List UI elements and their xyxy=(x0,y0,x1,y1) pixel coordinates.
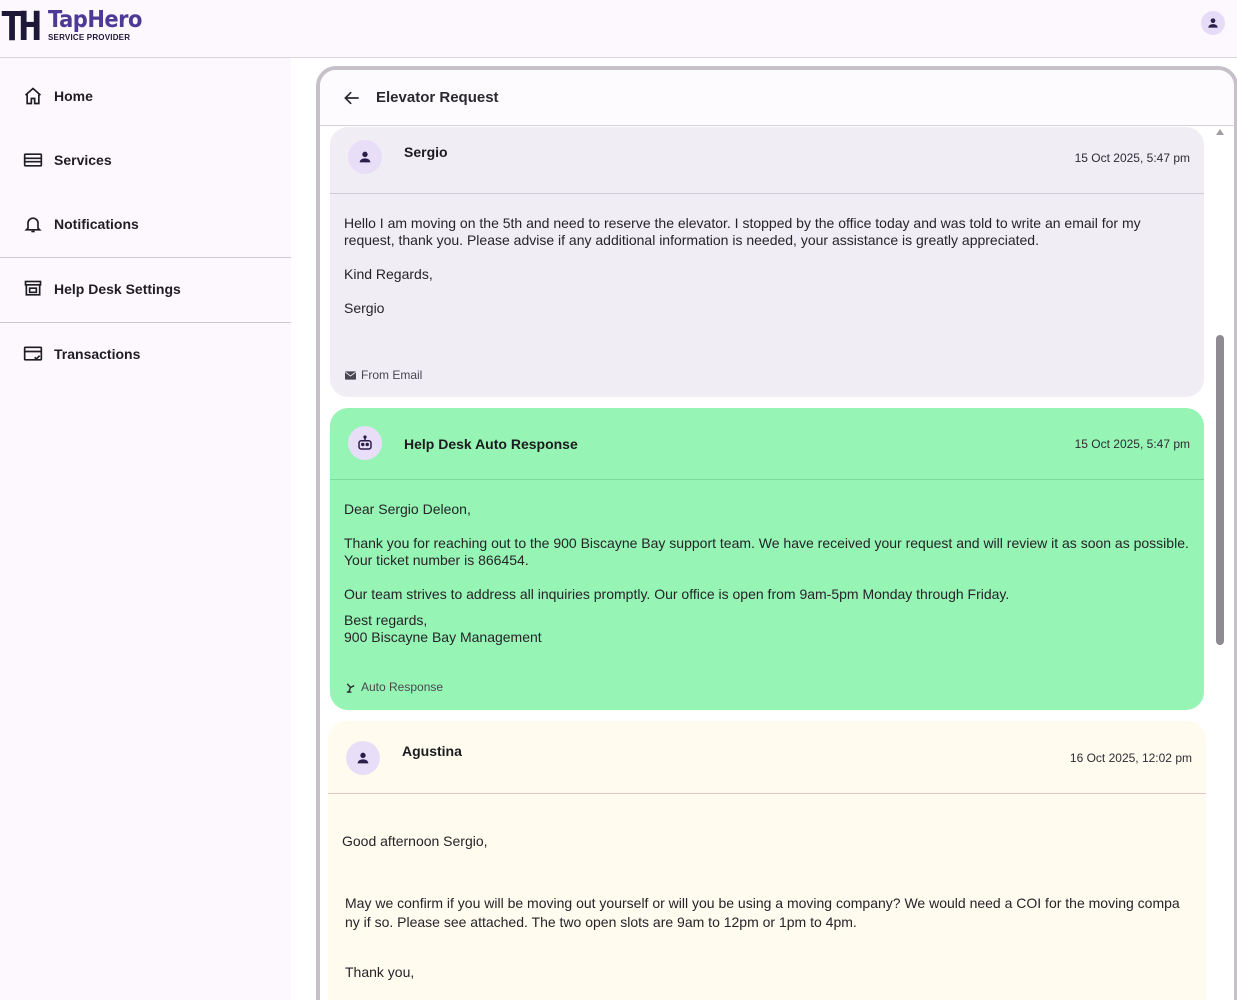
message-paragraph: Dear Sergio Deleon, xyxy=(344,501,471,517)
sidebar-item-services[interactable]: Services xyxy=(0,140,291,180)
sidebar-item-label: Help Desk Settings xyxy=(54,281,181,297)
message-paragraph: Thank you, xyxy=(345,964,415,980)
message-header: Agustina 16 Oct 2025, 12:02 pm xyxy=(328,721,1206,794)
sidebar-item-help-desk-settings[interactable]: Help Desk Settings xyxy=(0,269,291,309)
message-card: Agustina 16 Oct 2025, 12:02 pm Good afte… xyxy=(328,721,1206,1000)
scrollbar-thumb[interactable] xyxy=(1216,335,1224,645)
account-button[interactable] xyxy=(1201,11,1225,35)
message-paragraph: Good afternoon Sergio, xyxy=(342,833,488,849)
sidebar-item-label: Home xyxy=(54,88,93,104)
person-icon xyxy=(357,752,369,764)
logo-mark: TH xyxy=(0,4,42,50)
sidebar-item-label: Transactions xyxy=(54,346,141,362)
robot-icon xyxy=(358,435,372,450)
arrow-back-icon xyxy=(344,91,359,105)
sidebar-item-transactions[interactable]: Transactions xyxy=(0,334,291,374)
top-app-bar: TH TapHero SERVICE PROVIDER xyxy=(0,0,1237,58)
sidebar-divider xyxy=(0,322,291,323)
avatar xyxy=(348,426,382,460)
sidebar-item-label: Services xyxy=(54,152,112,168)
source-label: Auto Response xyxy=(361,680,444,694)
ticket-panel: Elevator Request Sergio 15 Oct 2025, 5:4… xyxy=(316,66,1237,1000)
message-source: Auto Response xyxy=(344,680,443,694)
services-icon xyxy=(22,149,44,171)
message-paragraph: Kind Regards, xyxy=(344,266,433,282)
message-paragraph: Our team strives to address all inquirie… xyxy=(344,586,1010,602)
email-icon xyxy=(344,369,356,381)
home-icon xyxy=(22,85,44,107)
message-card: Help Desk Auto Response 15 Oct 2025, 5:4… xyxy=(330,408,1204,710)
message-thread: Sergio 15 Oct 2025, 5:47 pm Hello I am m… xyxy=(320,127,1234,1000)
source-label: From Email xyxy=(361,368,423,382)
sidebar-item-notifications[interactable]: Notifications xyxy=(0,204,291,244)
logo-subtitle: SERVICE PROVIDER xyxy=(48,33,131,42)
message-paragraph: Hello I am moving on the 5th and need to… xyxy=(344,215,1141,248)
ticket-title: Elevator Request xyxy=(376,89,499,106)
sender-name: Sergio xyxy=(404,144,448,160)
sidebar-divider xyxy=(0,257,291,258)
avatar xyxy=(346,741,380,775)
person-icon xyxy=(359,151,371,163)
sidebar-item-label: Notifications xyxy=(54,216,139,232)
person-icon xyxy=(1208,18,1218,28)
sender-name: Help Desk Auto Response xyxy=(404,436,578,452)
message-header: Help Desk Auto Response 15 Oct 2025, 5:4… xyxy=(330,408,1204,480)
message-paragraph: Thank you for reaching out to the 900 Bi… xyxy=(344,535,1189,568)
logo-name: TapHero xyxy=(48,6,142,33)
robot-arm-icon xyxy=(344,681,356,693)
message-paragraph: Sergio xyxy=(344,300,385,316)
sidebar-item-home[interactable]: Home xyxy=(0,76,291,116)
bell-icon xyxy=(22,213,44,235)
credit-card-check-icon xyxy=(22,343,44,365)
message-header: Sergio 15 Oct 2025, 5:47 pm xyxy=(330,127,1204,194)
message-timestamp: 16 Oct 2025, 12:02 pm xyxy=(1069,751,1192,765)
message-timestamp: 15 Oct 2025, 5:47 pm xyxy=(1074,437,1190,451)
scroll-up-arrow-icon[interactable] xyxy=(1216,129,1224,135)
back-button[interactable] xyxy=(340,86,364,110)
storefront-icon xyxy=(22,278,44,300)
message-card: Sergio 15 Oct 2025, 5:47 pm Hello I am m… xyxy=(330,127,1204,397)
message-source: From Email xyxy=(344,368,422,382)
message-timestamp: 15 Oct 2025, 5:47 pm xyxy=(1074,151,1190,165)
avatar xyxy=(348,140,382,174)
thread-scrollbar[interactable] xyxy=(1214,127,1226,1000)
taphero-logo[interactable]: TH TapHero SERVICE PROVIDER xyxy=(0,6,142,48)
sender-name: Agustina xyxy=(402,743,462,759)
ticket-header: Elevator Request xyxy=(320,70,1234,126)
sidebar-nav: Home Services Notifications Help Desk Se… xyxy=(0,58,291,1000)
message-paragraph: 900 Biscayne Bay Management xyxy=(344,629,542,645)
message-paragraph: Best regards, xyxy=(344,612,428,628)
logo-text: TapHero SERVICE PROVIDER xyxy=(48,6,142,42)
message-paragraph: May we confirm if you will be moving out… xyxy=(345,895,1180,930)
